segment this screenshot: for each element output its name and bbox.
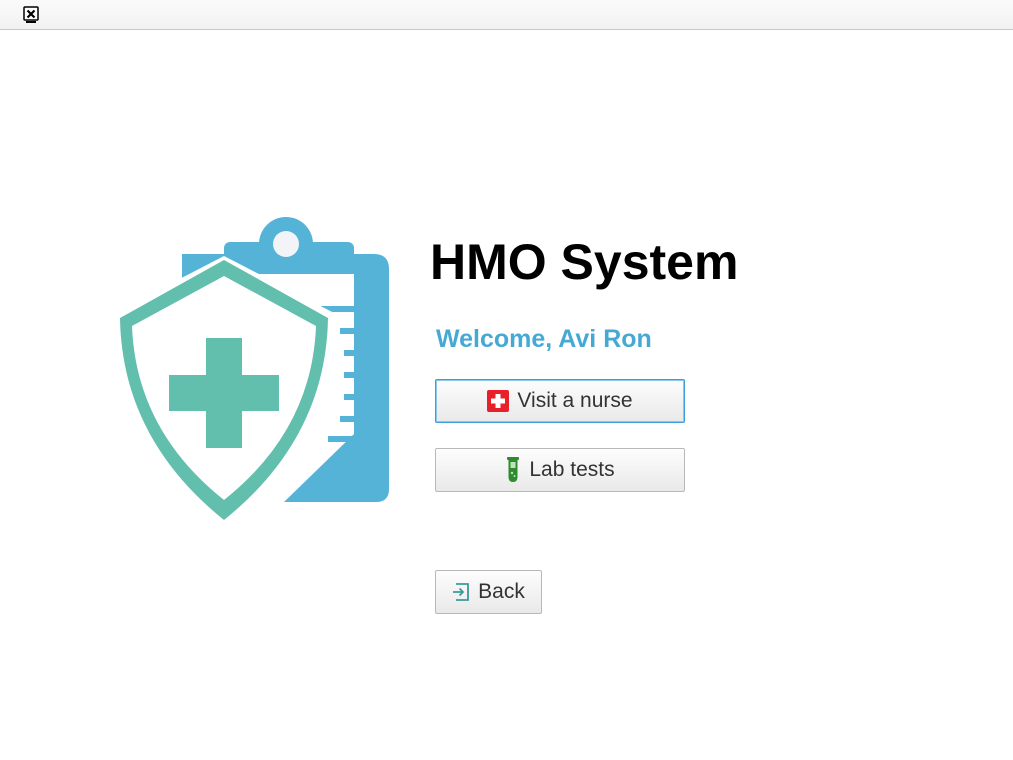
page-title: HMO System [430,234,739,290]
lab-tests-label: Lab tests [529,458,615,481]
medical-shield-clipboard-icon [104,214,394,526]
test-tube-icon [505,457,521,483]
window-titlebar [0,0,1013,30]
welcome-message: Welcome, Avi Ron [436,325,652,353]
exit-icon [452,583,470,601]
window-close-icon[interactable] [22,6,40,24]
visit-nurse-label: Visit a nurse [517,389,633,412]
visit-nurse-button[interactable]: Visit a nurse [435,379,685,423]
back-button[interactable]: Back [435,570,542,614]
red-cross-icon [487,390,510,412]
lab-tests-button[interactable]: Lab tests [435,448,685,492]
back-label: Back [478,580,525,603]
